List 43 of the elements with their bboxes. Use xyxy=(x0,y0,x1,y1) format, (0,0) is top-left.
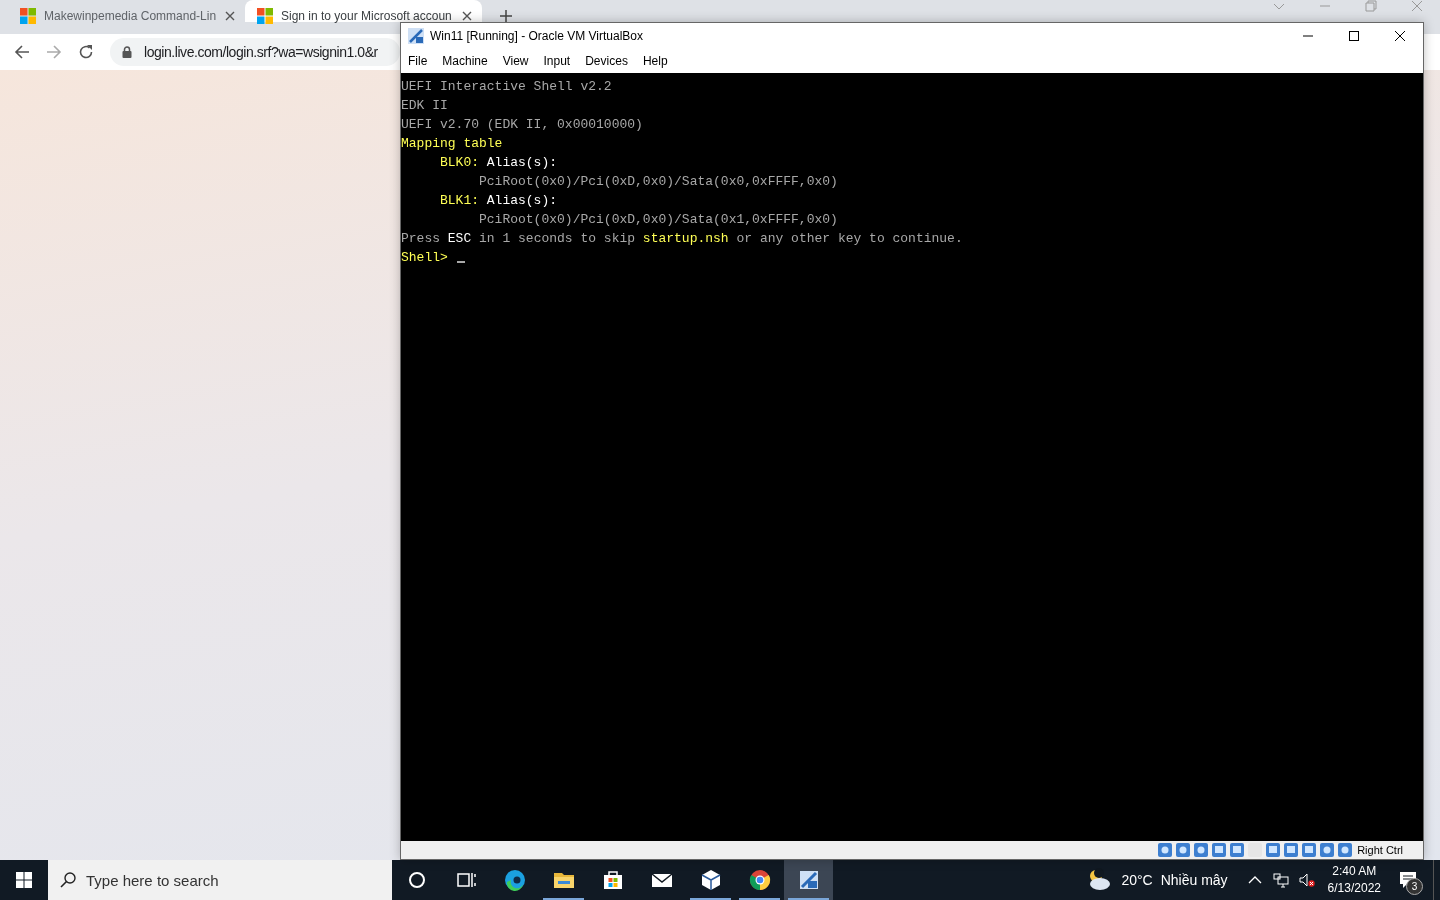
console-line: PciRoot(0x0)/Pci(0xD,0x0)/Sata(0x0,0xFFFF,0x0) xyxy=(478,173,839,191)
close-icon[interactable] xyxy=(225,11,235,21)
console-line: UEFI Interactive Shell v2.2 xyxy=(401,78,613,96)
menu-item[interactable]: Machine xyxy=(442,54,495,68)
console-line: EDK II xyxy=(401,97,449,115)
windows-logo-icon xyxy=(20,8,36,24)
menu-item[interactable]: Devices xyxy=(585,54,635,68)
temperature[interactable]: 20°C xyxy=(1121,872,1153,888)
window-title: Win11 [Running] - Oracle VM VirtualBox xyxy=(430,29,643,43)
lock-icon xyxy=(122,46,132,58)
menu-item[interactable]: Help xyxy=(642,54,675,68)
console-line: BLK0: Alias(s): xyxy=(439,154,559,172)
console-line: Press ESC in 1 seconds to skip startup.nsh or any other key to continue. xyxy=(401,230,964,248)
virtualbox-vm-icon xyxy=(408,28,424,44)
windows-logo-icon xyxy=(257,8,273,24)
reload-icon[interactable] xyxy=(78,44,94,60)
new-tab-icon[interactable] xyxy=(500,10,512,22)
browser-tab[interactable]: Sign in to your Microsoft accoun xyxy=(245,0,482,22)
menu-item[interactable]: Input xyxy=(543,54,578,68)
chrome-browser-icon xyxy=(747,868,772,892)
browser-tab[interactable]: Makewinpemedia Command-Lin xyxy=(8,0,245,22)
host-key-label: Right Ctrl xyxy=(1357,844,1403,856)
console-line: Mapping table xyxy=(401,135,504,153)
close-icon[interactable] xyxy=(462,11,472,21)
menu-item[interactable]: File xyxy=(408,54,435,68)
weather-condition[interactable]: Nhiều mây xyxy=(1160,872,1228,888)
address-bar[interactable]: login.live.com/login.srf?wa=wsignin1.0&r xyxy=(110,38,400,66)
tab-title: Sign in to your Microsoft accoun xyxy=(281,9,453,23)
clock-date[interactable]: 6/13/2022 xyxy=(1327,880,1381,897)
notification-count: 3 xyxy=(1406,878,1423,895)
console-line: PciRoot(0x0)/Pci(0xD,0x0)/Sata(0x1,0xFFFF,0x0) xyxy=(478,211,839,229)
search-icon xyxy=(60,872,76,888)
console-line: BLK1: Alias(s): xyxy=(439,192,559,210)
menu-item[interactable]: View xyxy=(502,54,536,68)
console-line: Shell> xyxy=(401,248,1423,267)
back-icon[interactable] xyxy=(14,44,30,60)
muted-speaker-icon[interactable] xyxy=(1298,872,1315,888)
clock-time[interactable]: 2:40 AM xyxy=(1332,863,1377,880)
console-line: UEFI v2.70 (EDK II, 0x00010000) xyxy=(401,116,644,134)
search-field[interactable]: Type here to search xyxy=(48,860,392,900)
edge-browser-icon xyxy=(502,868,527,892)
taskbar-app[interactable] xyxy=(784,860,833,900)
tab-title: Makewinpemedia Command-Lin xyxy=(44,9,217,23)
